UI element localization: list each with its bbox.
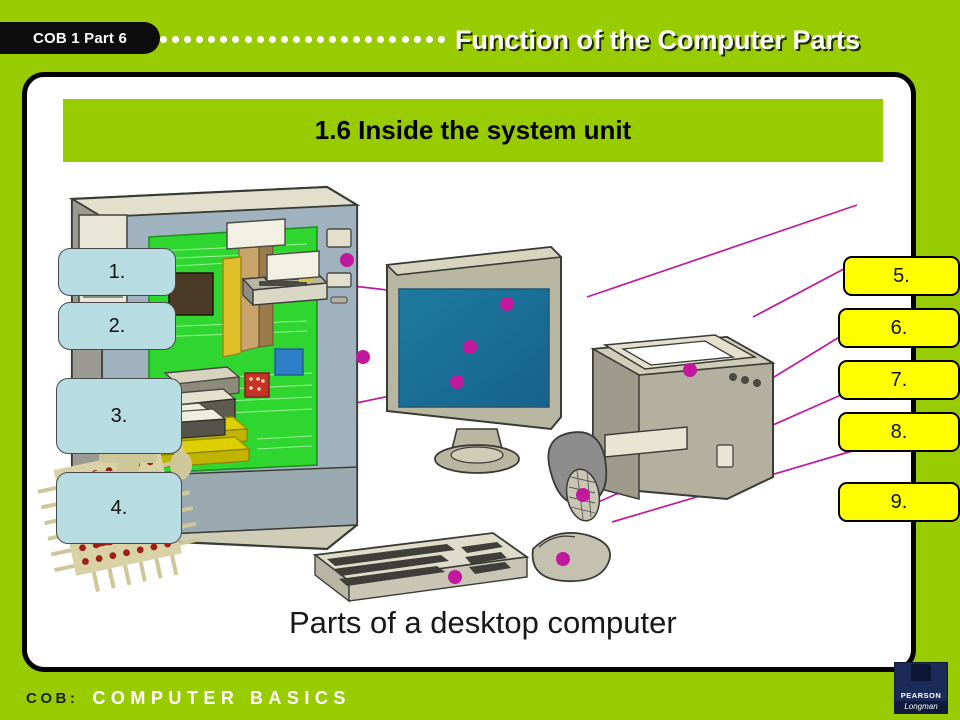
header-dot	[172, 35, 180, 43]
answer-box-right-5[interactable]: 9.	[838, 482, 960, 522]
footer-title: COMPUTER BASICS	[92, 687, 351, 708]
answer-box-right-3[interactable]: 7.	[838, 360, 960, 400]
answer-box-label: 2.	[108, 314, 126, 337]
header-dot	[413, 35, 421, 43]
header-dot	[304, 35, 312, 43]
answer-box-label: 8.	[890, 420, 908, 443]
answer-box-right-1[interactable]: 5.	[843, 256, 960, 296]
answer-box-label: 1.	[108, 260, 126, 283]
pearson-crest-icon	[911, 664, 931, 681]
content-panel: 1.6 Inside the system unit Parts of a de…	[22, 72, 916, 672]
header-dot	[401, 35, 409, 43]
answer-box-label: 5.	[893, 264, 910, 287]
answer-box-label: 7.	[890, 368, 908, 391]
speaker	[547, 431, 608, 522]
answer-box-label: 3.	[110, 404, 128, 427]
header-dot	[341, 35, 349, 43]
header-dot	[220, 35, 228, 43]
header-dot	[365, 35, 373, 43]
header-dot	[317, 35, 325, 43]
header-dot	[244, 35, 252, 43]
header-dot	[268, 35, 276, 43]
footer: COB: COMPUTER BASICS	[0, 676, 960, 720]
answer-box-right-2[interactable]: 6.	[838, 308, 960, 348]
header-dot	[256, 35, 264, 43]
header-dot	[292, 35, 300, 43]
pearson-longman-logo: PEARSON Longman	[894, 662, 948, 714]
header-dotted-rule	[160, 33, 445, 45]
header-badge-label: COB 1 Part 6	[32, 29, 128, 47]
section-title-bar: 1.6 Inside the system unit	[63, 99, 883, 162]
header-dot	[425, 35, 433, 43]
header-badge: COB 1 Part 6	[0, 22, 160, 54]
header-dot	[196, 35, 204, 43]
header-dot	[353, 35, 361, 43]
logo-brand: PEARSON	[900, 691, 942, 700]
answer-box-left-4[interactable]: 4.	[56, 472, 182, 544]
content-panel-clip: 1.6 Inside the system unit Parts of a de…	[27, 77, 911, 667]
header-dot	[389, 35, 397, 43]
section-title: 1.6 Inside the system unit	[314, 115, 632, 145]
logo-imprint: Longman	[895, 701, 947, 713]
answer-box-left-3[interactable]: 3.	[56, 378, 182, 454]
slide-root: COB 1 Part 6 Function of the Computer Pa…	[0, 0, 960, 720]
monitor	[385, 245, 563, 474]
header-dot	[329, 35, 337, 43]
answer-box-label: 4.	[110, 496, 128, 519]
header-dot	[437, 35, 445, 43]
answer-box-right-4[interactable]: 8.	[838, 412, 960, 452]
header-dot	[280, 35, 288, 43]
printer	[590, 334, 776, 501]
mouse	[531, 531, 611, 583]
illustration-caption: Parts of a desktop computer	[289, 605, 677, 640]
answer-box-left-1[interactable]: 1.	[58, 248, 176, 296]
footer-prefix: COB:	[26, 689, 79, 707]
keyboard	[312, 532, 530, 603]
header-dot	[184, 35, 192, 43]
answer-box-label: 9.	[890, 490, 908, 513]
header-dot	[232, 35, 240, 43]
header-dot	[377, 35, 385, 43]
answer-box-left-2[interactable]: 2.	[58, 302, 176, 350]
slide-title: Function of the Computer Parts	[455, 24, 860, 55]
header-dot	[160, 35, 167, 43]
header-dot	[208, 35, 216, 43]
answer-box-label: 6.	[890, 316, 908, 339]
